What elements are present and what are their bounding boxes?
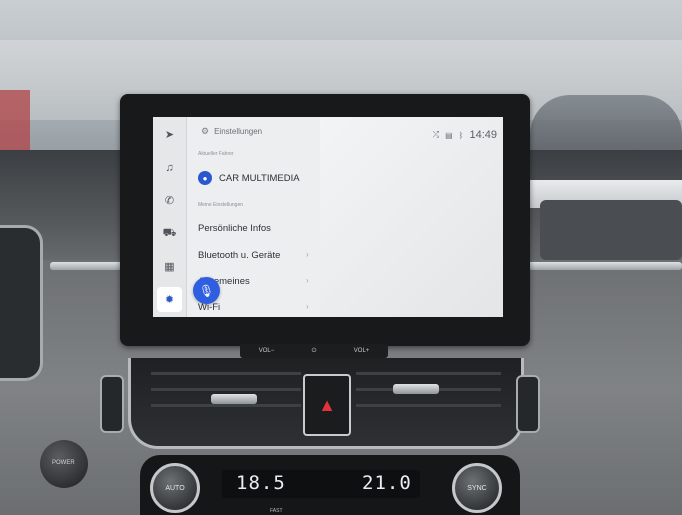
sync-label: SYNC: [467, 484, 487, 492]
background-red-sign: [0, 90, 30, 150]
right-temperature: 21.0: [362, 472, 412, 494]
gear-icon: ⚙: [201, 126, 210, 136]
hazard-icon: ▲: [318, 394, 336, 415]
power-knob-label: POWER: [52, 460, 75, 466]
right-side-vent[interactable]: [516, 375, 540, 433]
side-rail: ➤ ♫ ✆ ⛟ ▦ ✹: [153, 117, 187, 317]
sync-knob[interactable]: SYNC: [452, 463, 502, 513]
menu-item-label: Persönliche Infos: [198, 223, 271, 234]
current-driver-heading: Aktueller Fahrer: [198, 151, 234, 157]
car-icon[interactable]: ⛟: [161, 225, 178, 242]
vent-slat: [356, 372, 501, 375]
fast-label: FAST: [270, 508, 283, 514]
connection-icon: ⤮: [432, 130, 440, 139]
driver-profile[interactable]: ● CAR MULTIMEDIA: [198, 171, 300, 185]
power-knob[interactable]: POWER: [40, 440, 88, 488]
auto-knob[interactable]: AUTO: [150, 463, 200, 513]
my-settings-heading: Meine Einstellungen: [198, 202, 244, 208]
settings-header: ⚙ Einstellungen: [201, 126, 262, 137]
power-button[interactable]: ⏻: [312, 348, 317, 355]
vent-right-handle[interactable]: [393, 384, 439, 394]
instrument-cluster: [0, 225, 43, 381]
vent-slat: [151, 404, 301, 407]
bluetooth-icon: ᛒ: [458, 130, 464, 140]
status-bar: ⤮ ▤ ᛒ 14:49: [433, 129, 497, 141]
hazard-button[interactable]: ▲: [303, 374, 351, 436]
message-icon: ▤: [445, 130, 453, 140]
volume-up-button[interactable]: VOL+: [354, 348, 370, 354]
chevron-right-icon: ›: [306, 276, 309, 285]
menu-item-label: Bluetooth u. Geräte: [198, 250, 281, 261]
navigation-icon[interactable]: ➤: [161, 126, 178, 143]
left-side-vent[interactable]: [100, 375, 124, 433]
vent-slat: [151, 372, 301, 375]
vent-left-handle[interactable]: [211, 394, 257, 404]
volume-down-button[interactable]: VOL−: [259, 348, 275, 354]
microphone-icon: 🎙: [198, 283, 215, 298]
status-time: 14:49: [469, 129, 497, 141]
apps-icon[interactable]: ▦: [161, 258, 178, 275]
auto-label: AUTO: [165, 484, 185, 492]
voice-assistant-button[interactable]: 🎙: [193, 277, 220, 304]
volume-control-bar: VOL− ⏻ VOL+: [240, 344, 388, 358]
user-icon: ●: [198, 171, 212, 185]
chevron-right-icon: ›: [306, 302, 309, 311]
phone-icon[interactable]: ✆: [161, 192, 178, 209]
chevron-right-icon: ›: [306, 250, 309, 259]
settings-icon[interactable]: ✹: [157, 287, 182, 312]
content-area: ⤮ ▤ ᛒ 14:49: [320, 117, 503, 317]
menu-item-bluetooth[interactable]: Bluetooth u. Geräte ›: [198, 250, 309, 261]
driver-name: CAR MULTIMEDIA: [219, 172, 300, 184]
dashboard-right-panel: [540, 200, 682, 260]
vent-slat: [151, 388, 301, 391]
left-temperature: 18.5: [236, 472, 286, 494]
music-icon[interactable]: ♫: [161, 159, 178, 176]
settings-title: Einstellungen: [214, 127, 263, 136]
infotainment-screen: ⤮ ▤ ᛒ 14:49 ➤ ♫ ✆ ⛟ ▦ ✹ ⚙ Einstellungen …: [153, 117, 503, 317]
menu-item-personal-info[interactable]: Persönliche Infos: [198, 223, 271, 234]
vent-slat: [356, 404, 501, 407]
